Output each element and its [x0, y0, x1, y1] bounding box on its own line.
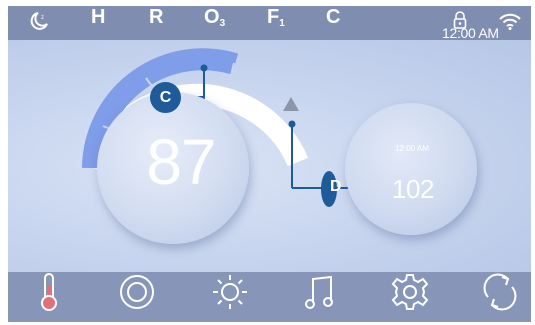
marker-d-label: D [330, 178, 342, 195]
gear-icon[interactable] [388, 271, 432, 313]
refresh-icon[interactable] [478, 271, 522, 313]
sun-icon[interactable] [208, 271, 252, 313]
marker-c-label: C [159, 89, 172, 106]
secondary-temperature: 102 [392, 174, 434, 204]
thermometer-icon[interactable] [27, 271, 71, 313]
music-icon[interactable] [299, 271, 343, 313]
secondary-dial[interactable] [345, 103, 477, 235]
secondary-time: 12:00 AM [395, 144, 429, 153]
target-icon[interactable] [115, 271, 159, 313]
main-temperature: 87 [146, 126, 216, 198]
marker-c[interactable]: C [150, 82, 181, 113]
